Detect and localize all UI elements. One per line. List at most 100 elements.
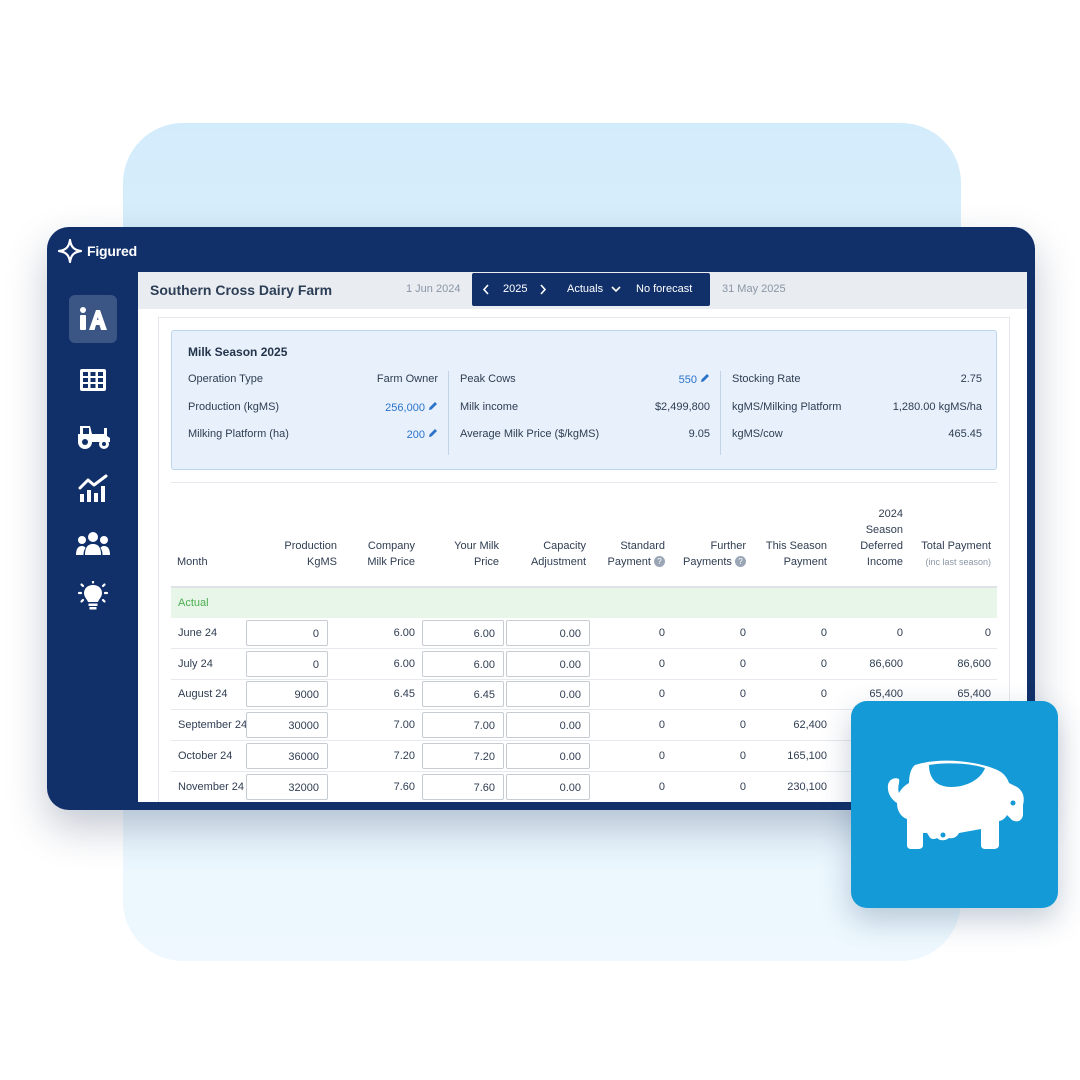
period-selector: 2025 Actuals No forecast	[472, 273, 710, 306]
col-header-your-price: Your Milk Price	[454, 540, 499, 568]
help-icon[interactable]: ?	[735, 556, 746, 567]
production-input[interactable]: 0	[246, 620, 328, 646]
cell-this-season: 0	[820, 688, 827, 701]
pencil-icon[interactable]	[700, 373, 710, 383]
actual-section-row: Actual	[171, 588, 997, 618]
your-price-input[interactable]: 6.45	[422, 681, 504, 708]
cell-standard-payment: 0	[658, 688, 665, 701]
your-price-input[interactable]: 7.20	[422, 742, 504, 769]
production-input[interactable]: 9000	[246, 681, 328, 708]
cell-total-payment: 65,400	[957, 688, 991, 701]
brand-name: Figured	[87, 243, 137, 259]
col-header-this-season: This Season Payment	[765, 540, 827, 568]
sidebar-item-insights[interactable]	[69, 572, 117, 620]
production-input[interactable]: 32000	[246, 773, 328, 800]
col-header-further-payments: Further Payments ?	[683, 540, 746, 568]
cell-further-payments: 0	[739, 657, 746, 670]
cell-month: September 24	[178, 719, 248, 732]
figured-star-icon	[57, 238, 83, 264]
year-label: 2025	[503, 283, 528, 295]
pencil-icon[interactable]	[428, 401, 438, 411]
capacity-input[interactable]: 0.00	[506, 650, 590, 677]
chevron-left-icon[interactable]	[482, 284, 490, 295]
col-header-total-payment: Total Payment (inc last season)	[921, 540, 991, 567]
cell-deferred: 86,600	[869, 657, 903, 670]
cell-further-payments: 0	[739, 719, 746, 732]
cell-company-price: 7.20	[393, 749, 415, 762]
cell-deferred: 65,400	[869, 688, 903, 701]
peak-cows-edit-link[interactable]: 550	[679, 373, 710, 386]
cell-this-season: 230,100	[787, 780, 827, 793]
cell-month: October 24	[178, 749, 233, 762]
col-header-company-price: Company Milk Price	[367, 540, 415, 568]
grid-table-icon	[80, 369, 106, 391]
cell-further-payments: 0	[739, 780, 746, 793]
capacity-input[interactable]: 0.00	[506, 773, 590, 800]
your-price-input[interactable]: 7.60	[422, 773, 504, 800]
cell-company-price: 6.00	[393, 657, 415, 670]
summary-divider	[720, 371, 721, 455]
col-header-production: Production KgMS	[284, 540, 337, 568]
cow-icon	[887, 760, 1024, 849]
cell-standard-payment: 0	[658, 780, 665, 793]
chevron-right-icon[interactable]	[539, 284, 547, 295]
chevron-down-icon[interactable]	[611, 285, 621, 293]
cell-company-price: 6.00	[393, 627, 415, 639]
sidebar-item-overview[interactable]	[69, 295, 117, 343]
chart-trend-icon	[78, 474, 108, 502]
your-price-input[interactable]: 6.00	[422, 650, 504, 677]
sidebar-item-tables[interactable]	[69, 356, 117, 404]
dairy-badge	[851, 701, 1058, 908]
your-price-input[interactable]: 7.00	[422, 712, 504, 739]
capacity-input[interactable]: 0.00	[506, 681, 590, 708]
capacity-input[interactable]: 0.00	[506, 742, 590, 769]
milking-platform-edit-link[interactable]: 200	[407, 428, 438, 441]
sidebar-item-reports[interactable]	[69, 465, 117, 513]
capacity-input[interactable]: 0.00	[506, 712, 590, 739]
sidebar-item-farm-assets[interactable]	[69, 411, 117, 459]
col-header-month: Month	[177, 556, 208, 568]
cell-standard-payment: 0	[658, 749, 665, 762]
mode-dropdown[interactable]: Actuals	[567, 283, 603, 295]
cell-month: November 24	[178, 780, 245, 793]
capacity-input[interactable]: 0.00	[506, 620, 590, 646]
cell-company-price: 7.60	[393, 780, 415, 793]
top-bar: Southern Cross Dairy Farm 1 Jun 2024 202…	[138, 272, 1027, 309]
milk-season-summary: Milk Season 2025 Operation Type Farm Own…	[171, 330, 997, 470]
col-header-standard-payment: Standard Payment ?	[607, 540, 665, 568]
farm-title: Southern Cross Dairy Farm	[150, 282, 333, 298]
pencil-icon[interactable]	[428, 428, 438, 438]
cell-this-season: 165,100	[787, 749, 827, 762]
people-group-icon	[76, 532, 110, 555]
brand-logo[interactable]: Figured	[57, 238, 137, 264]
cell-this-season: 62,400	[793, 719, 827, 732]
help-icon[interactable]: ?	[654, 556, 665, 567]
cell-deferred: 0	[896, 627, 903, 639]
production-input[interactable]: 36000	[246, 742, 328, 769]
table-row: June 24 0 6.00 6.00 0.00 0 0 0 0 0	[171, 618, 997, 649]
forecast-dropdown[interactable]: No forecast	[636, 283, 692, 295]
cell-standard-payment: 0	[658, 627, 665, 639]
cell-this-season: 0	[820, 657, 827, 670]
ia-logo-icon	[80, 307, 107, 330]
cell-further-payments: 0	[739, 688, 746, 701]
actual-section-label: Actual	[178, 597, 209, 609]
cell-company-price: 6.45	[393, 688, 415, 701]
cell-month: July 24	[178, 657, 213, 670]
cell-total-payment: 86,600	[957, 657, 991, 670]
cell-this-season: 0	[820, 627, 827, 639]
cell-month: June 24	[178, 627, 218, 639]
cell-total-payment: 0	[984, 627, 991, 639]
cell-further-payments: 0	[739, 627, 746, 639]
section-divider	[171, 482, 997, 483]
col-header-deferred: 2024 Season Deferred Income	[860, 508, 903, 568]
production-input[interactable]: 0	[246, 650, 328, 677]
production-input[interactable]: 30000	[246, 712, 328, 739]
col-header-capacity: Capacity Adjustment	[530, 540, 586, 568]
summary-divider	[448, 371, 449, 455]
your-price-input[interactable]: 6.00	[422, 620, 504, 646]
sidebar-item-people[interactable]	[69, 520, 117, 568]
production-edit-link[interactable]: 256,000	[385, 401, 438, 414]
cell-standard-payment: 0	[658, 719, 665, 732]
cell-standard-payment: 0	[658, 657, 665, 670]
